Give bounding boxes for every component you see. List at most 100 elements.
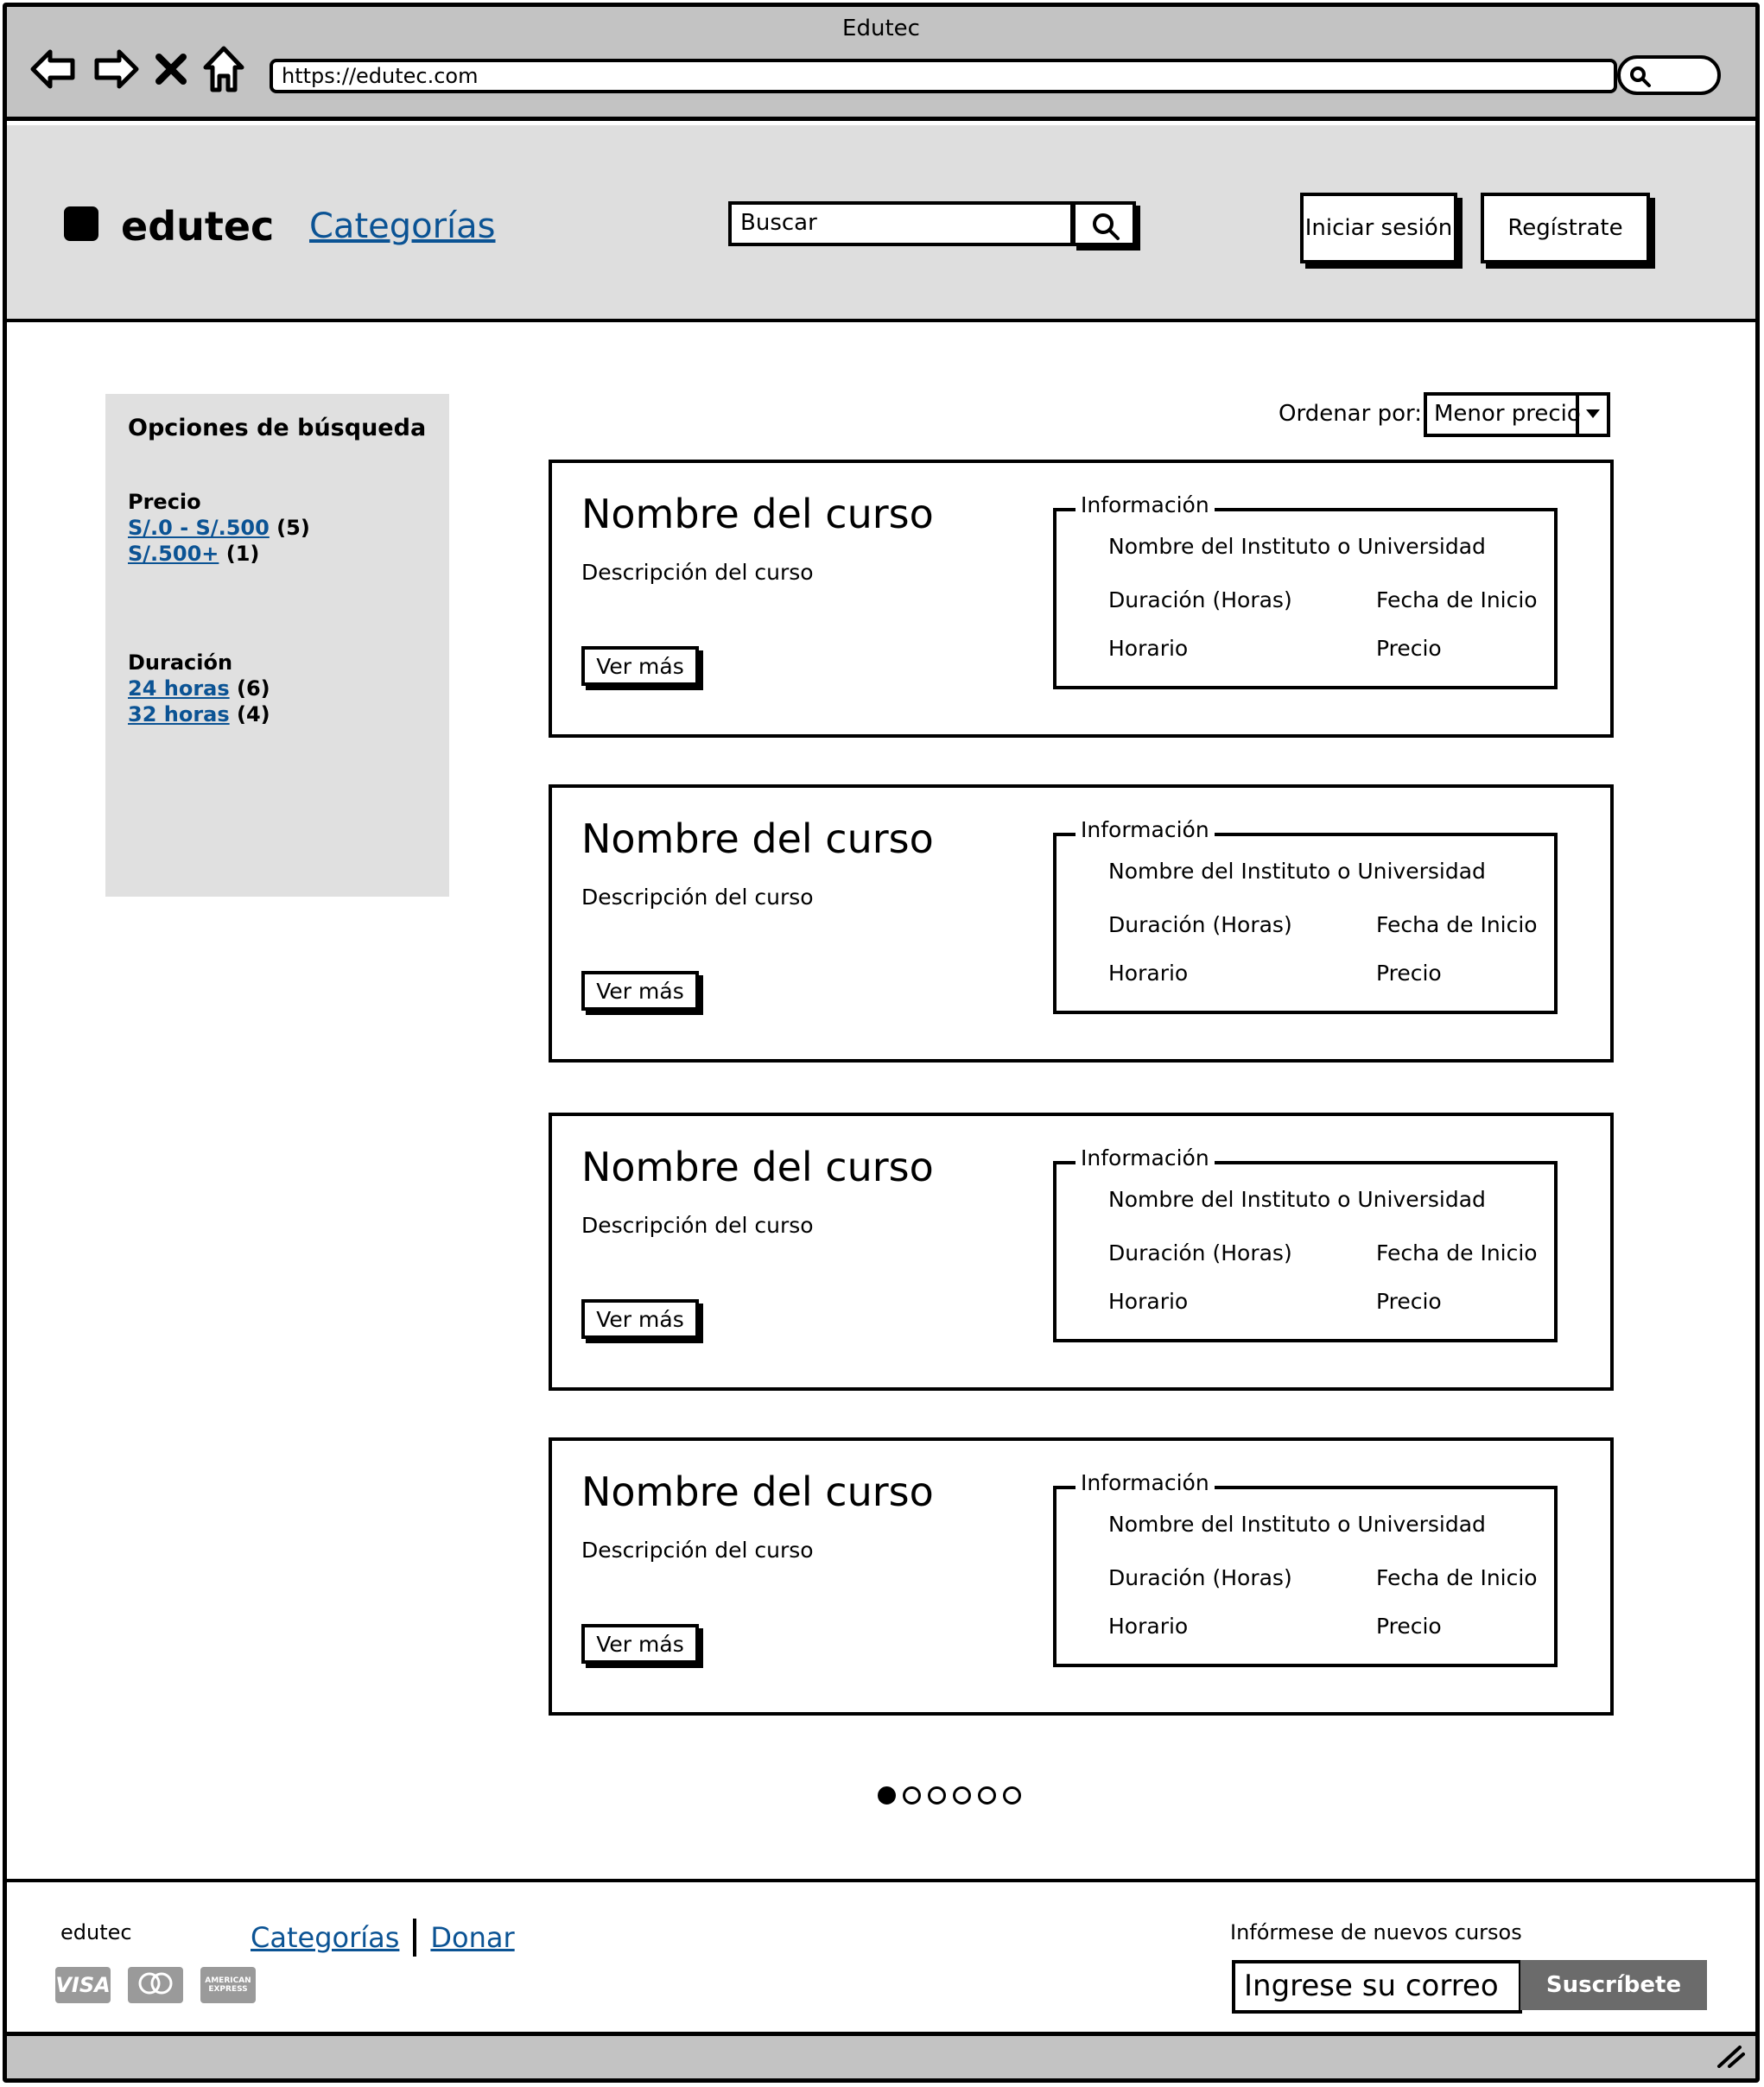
- course-info-box: Información Nombre del Instituto o Unive…: [1053, 1145, 1558, 1342]
- course-title: Nombre del curso: [581, 491, 934, 537]
- course-description: Descripción del curso: [581, 1538, 814, 1563]
- info-start-date: Fecha de Inicio: [1376, 1565, 1538, 1590]
- info-legend: Información: [1076, 1470, 1215, 1495]
- site-footer: edutec Categorías Donar VISA AMERICAN EX…: [7, 1879, 1755, 2041]
- visa-icon: VISA: [55, 1967, 111, 2003]
- price-filter-label: Precio: [128, 490, 201, 514]
- info-institution: Nombre del Instituto o Universidad: [1108, 859, 1486, 884]
- info-duration: Duración (Horas): [1108, 912, 1292, 937]
- divider: [413, 1919, 417, 1957]
- back-arrow-icon[interactable]: [29, 45, 78, 93]
- filter-option-link[interactable]: 24 horas: [128, 676, 230, 701]
- filter-option-link[interactable]: S/.500+: [128, 542, 219, 566]
- filter-option: S/.500+ (1): [128, 542, 427, 566]
- view-more-button[interactable]: Ver más: [581, 1624, 699, 1664]
- course-info-box: Información Nombre del Instituto o Unive…: [1053, 817, 1558, 1014]
- view-more-button[interactable]: Ver más: [581, 971, 699, 1011]
- info-price: Precio: [1376, 636, 1442, 661]
- register-button[interactable]: Regístrate: [1481, 193, 1650, 263]
- dropdown-toggle[interactable]: [1576, 396, 1607, 434]
- info-duration: Duración (Horas): [1108, 587, 1292, 612]
- info-institution: Nombre del Instituto o Universidad: [1108, 1187, 1486, 1212]
- chevron-down-icon: [1586, 409, 1600, 418]
- filter-option-link[interactable]: 32 horas: [128, 702, 230, 726]
- course-card: Nombre del curso Descripción del curso V…: [549, 784, 1614, 1063]
- sort-select[interactable]: Menor precio: [1424, 392, 1610, 437]
- page-dot[interactable]: [903, 1786, 921, 1805]
- info-start-date: Fecha de Inicio: [1376, 587, 1538, 612]
- info-duration: Duración (Horas): [1108, 1565, 1292, 1590]
- site-logo[interactable]: edutec: [121, 203, 274, 250]
- info-price: Precio: [1376, 1614, 1442, 1639]
- sort-selected-value: Menor precio: [1434, 401, 1581, 427]
- course-info-box: Información Nombre del Instituto o Unive…: [1053, 492, 1558, 689]
- info-schedule: Horario: [1108, 1614, 1189, 1639]
- course-description: Descripción del curso: [581, 885, 814, 910]
- newsletter-label: Infórmese de nuevos cursos: [1230, 1920, 1522, 1944]
- pagination: [878, 1786, 1021, 1805]
- login-button[interactable]: Iniciar sesión: [1300, 193, 1457, 263]
- url-bar[interactable]: https://edutec.com: [270, 59, 1617, 93]
- duration-filter-group: Duración 24 horas (6) 32 horas (4): [128, 650, 427, 726]
- categories-link[interactable]: Categorías: [309, 206, 496, 246]
- logo-icon: [64, 206, 98, 241]
- view-more-button[interactable]: Ver más: [581, 646, 699, 686]
- browser-statusbar: [7, 2032, 1755, 2078]
- footer-link-categories[interactable]: Categorías: [251, 1921, 399, 1954]
- browser-toolbar: Edutec https://edutec.com: [7, 7, 1755, 121]
- course-title: Nombre del curso: [581, 1144, 934, 1190]
- filter-option-count: (6): [237, 676, 270, 701]
- course-info-box: Información Nombre del Instituto o Unive…: [1053, 1470, 1558, 1667]
- course-card: Nombre del curso Descripción del curso V…: [549, 460, 1614, 738]
- info-legend: Información: [1076, 817, 1215, 842]
- price-filter-group: Precio S/.0 - S/.500 (5) S/.500+ (1): [128, 490, 427, 566]
- sort-label: Ordenar por:: [1279, 401, 1422, 427]
- filter-option: S/.0 - S/.500 (5): [128, 516, 427, 540]
- duration-filter-label: Duración: [128, 650, 233, 675]
- window-title: Edutec: [842, 16, 920, 41]
- subscribe-button[interactable]: Suscríbete: [1520, 1960, 1707, 2010]
- page-dot[interactable]: [878, 1786, 896, 1805]
- course-title: Nombre del curso: [581, 1469, 934, 1515]
- forward-arrow-icon[interactable]: [92, 45, 140, 93]
- info-legend: Información: [1076, 492, 1215, 517]
- info-price: Precio: [1376, 961, 1442, 986]
- filter-option: 24 horas (6): [128, 676, 427, 701]
- mastercard-icon: [128, 1967, 183, 2003]
- payment-methods: VISA AMERICAN EXPRESS: [55, 1967, 256, 2003]
- browser-search-field[interactable]: [1617, 55, 1721, 95]
- info-start-date: Fecha de Inicio: [1376, 912, 1538, 937]
- search-options-panel: Opciones de búsqueda Precio S/.0 - S/.50…: [105, 394, 449, 897]
- filter-option-count: (5): [276, 516, 310, 540]
- filter-option-count: (1): [225, 542, 260, 566]
- view-more-button[interactable]: Ver más: [581, 1299, 699, 1339]
- close-x-icon[interactable]: [154, 52, 188, 86]
- search-input[interactable]: Buscar: [728, 201, 1074, 246]
- footer-links: Categorías Donar: [251, 1919, 515, 1957]
- resize-grip-icon[interactable]: [1714, 2044, 1745, 2071]
- course-description: Descripción del curso: [581, 560, 814, 585]
- footer-brand: edutec: [60, 1920, 132, 1944]
- search-options-title: Opciones de búsqueda: [128, 415, 427, 441]
- filter-option: 32 horas (4): [128, 702, 427, 726]
- amex-icon: AMERICAN EXPRESS: [200, 1967, 256, 2003]
- page-dot[interactable]: [928, 1786, 946, 1805]
- info-price: Precio: [1376, 1289, 1442, 1314]
- info-institution: Nombre del Instituto o Universidad: [1108, 534, 1486, 559]
- home-icon[interactable]: [202, 45, 245, 93]
- newsletter-email-input[interactable]: Ingrese su correo: [1232, 1960, 1522, 2014]
- info-schedule: Horario: [1108, 1289, 1189, 1314]
- filter-option-link[interactable]: S/.0 - S/.500: [128, 516, 270, 540]
- course-title: Nombre del curso: [581, 815, 934, 862]
- info-schedule: Horario: [1108, 636, 1189, 661]
- filter-option-count: (4): [237, 702, 270, 726]
- info-start-date: Fecha de Inicio: [1376, 1240, 1538, 1266]
- info-legend: Información: [1076, 1145, 1215, 1170]
- page-dot[interactable]: [1003, 1786, 1021, 1805]
- search-button[interactable]: [1072, 201, 1136, 246]
- footer-link-donate[interactable]: Donar: [430, 1921, 514, 1954]
- page-dot[interactable]: [953, 1786, 971, 1805]
- page-dot[interactable]: [978, 1786, 996, 1805]
- course-card: Nombre del curso Descripción del curso V…: [549, 1113, 1614, 1391]
- browser-nav: [29, 45, 245, 93]
